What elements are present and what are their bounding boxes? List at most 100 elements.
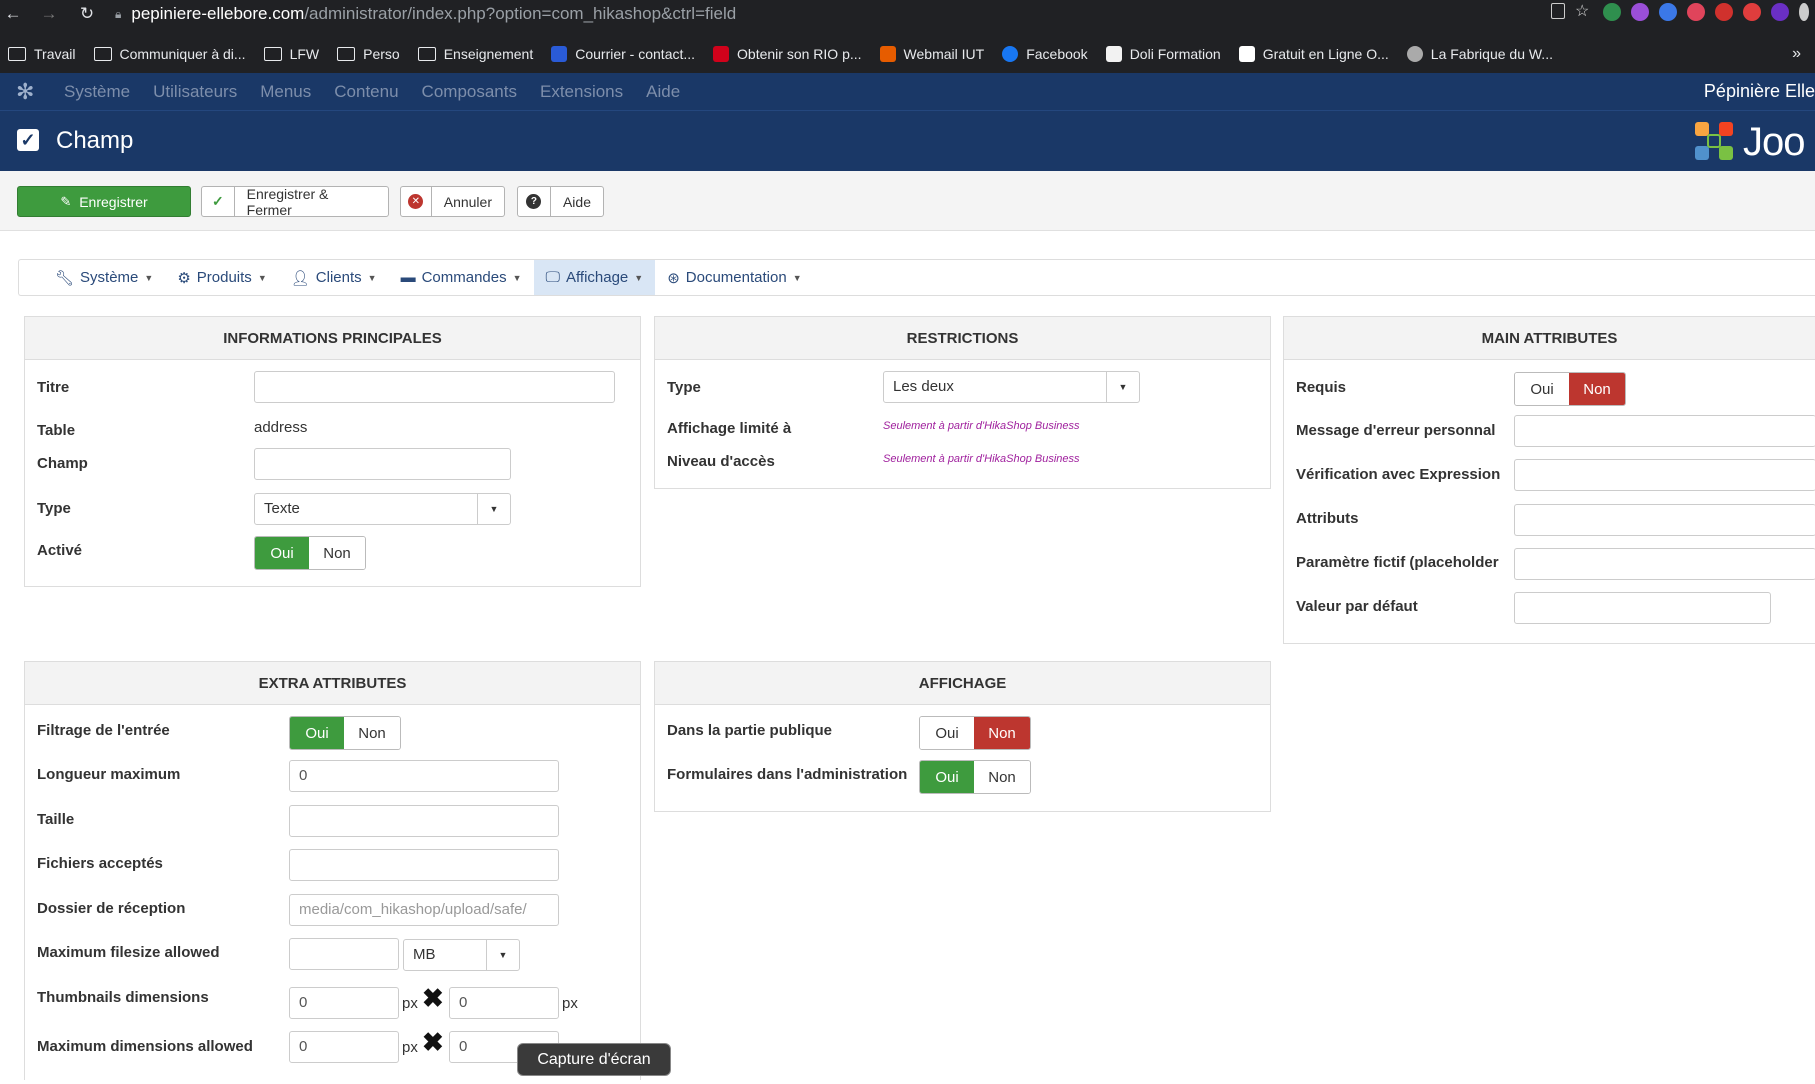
bookmark-enseignement[interactable]: Enseignement xyxy=(417,46,533,62)
maxsize-input[interactable] xyxy=(289,938,399,970)
public-toggle[interactable]: Oui Non xyxy=(919,716,1031,750)
extension-1-icon[interactable] xyxy=(1603,3,1621,21)
px-unit: px xyxy=(402,995,418,1012)
restriction-type-select[interactable]: Les deux ▼ xyxy=(883,371,1140,403)
admin-forms-toggle[interactable]: Oui Non xyxy=(919,760,1031,794)
requis-oui-button[interactable]: Oui xyxy=(1515,373,1569,405)
dossier-label: Dossier de réception xyxy=(37,900,186,917)
type-select[interactable]: Texte ▼ xyxy=(254,493,511,525)
tab-affichage[interactable]: 🖵︎ Affichage ▼ xyxy=(533,260,656,295)
active-toggle[interactable]: Oui Non xyxy=(254,536,366,570)
extension-3-icon[interactable] xyxy=(1659,3,1677,21)
bookmark-communiquer[interactable]: Communiquer à di... xyxy=(93,46,246,62)
puzzle-icon[interactable] xyxy=(1799,3,1809,21)
public-oui-button[interactable]: Oui xyxy=(920,717,974,749)
folder-icon xyxy=(417,47,436,61)
restriction-type-value: Les deux xyxy=(893,378,954,395)
page-header: ✓ Champ Joo xyxy=(0,110,1815,171)
maxdim-width-input[interactable]: 0 xyxy=(289,1031,399,1063)
adblock-icon[interactable] xyxy=(1715,3,1733,21)
menu-menus[interactable]: Menus xyxy=(260,82,311,102)
extension-4-icon[interactable] xyxy=(1687,3,1705,21)
tab-commandes[interactable]: ▬ Commandes ▼ xyxy=(389,260,534,295)
longueur-input[interactable]: 0 xyxy=(289,760,559,792)
menu-systeme[interactable]: Système xyxy=(64,82,130,102)
admin-non-button[interactable]: Non xyxy=(974,761,1030,793)
champ-input[interactable] xyxy=(254,448,511,480)
toolbar: ✎ Enregistrer ✓ Enregistrer & Fermer ✕ Annu… xyxy=(0,171,1815,231)
bookmark-travail[interactable]: Travail xyxy=(8,46,76,62)
active-non-button[interactable]: Non xyxy=(309,537,365,569)
requis-toggle[interactable]: Oui Non xyxy=(1514,372,1626,406)
business-only-hint: Seulement à partir d'HikaShop Business xyxy=(883,453,1080,465)
cubes-icon: ⚙︎ xyxy=(177,269,191,287)
attributs-input[interactable] xyxy=(1514,504,1815,536)
bookmark-perso[interactable]: Perso xyxy=(337,46,400,62)
url-host: pepiniere-ellebore.com xyxy=(131,4,305,23)
menu-utilisateurs[interactable]: Utilisateurs xyxy=(153,82,237,102)
menu-extensions[interactable]: Extensions xyxy=(540,82,623,102)
thumb-width-input[interactable]: 0 xyxy=(289,987,399,1019)
address-bar[interactable]: 🔒︎ pepiniere-ellebore.com/administrator/… xyxy=(115,0,1445,28)
filtrage-toggle[interactable]: Oui Non xyxy=(289,716,401,750)
extension-2-icon[interactable] xyxy=(1631,3,1649,21)
bookmark-courrier[interactable]: Courrier - contact... xyxy=(551,46,695,62)
admin-oui-button[interactable]: Oui xyxy=(920,761,974,793)
share-icon[interactable] xyxy=(1551,3,1565,19)
mail-icon xyxy=(551,46,568,62)
bookmark-rio[interactable]: Obtenir son RIO p... xyxy=(713,46,862,62)
placeholder-input[interactable] xyxy=(1514,548,1815,580)
filtrage-oui-button[interactable]: Oui xyxy=(290,717,344,749)
dossier-input[interactable]: media/com_hikashop/upload/safe/ xyxy=(289,894,559,926)
help-button[interactable]: ? Aide xyxy=(517,186,604,217)
help-icon: ? xyxy=(518,187,551,216)
extension-6-icon[interactable] xyxy=(1743,3,1761,21)
forward-icon[interactable]: → xyxy=(38,3,60,25)
times-icon: ✖ xyxy=(422,1027,444,1057)
extension-7-icon[interactable] xyxy=(1771,3,1789,21)
active-oui-button[interactable]: Oui xyxy=(255,537,309,569)
thumb-height-input[interactable]: 0 xyxy=(449,987,559,1019)
back-icon[interactable]: ← xyxy=(2,3,24,25)
titre-input[interactable] xyxy=(254,371,615,403)
star-icon[interactable]: ☆ xyxy=(1575,3,1593,21)
tab-label: Produits xyxy=(196,269,252,286)
caret-down-icon: ▼ xyxy=(1106,372,1139,402)
panel-affichage: AFFICHAGE Dans la partie publique Oui No… xyxy=(654,661,1271,812)
tab-produits[interactable]: ⚙︎ Produits ▼ xyxy=(165,260,278,295)
bookmark-label: Webmail IUT xyxy=(903,46,985,62)
webmail-icon xyxy=(879,46,896,62)
maxsize-unit-select[interactable]: MB ▼ xyxy=(403,939,520,971)
tab-systeme[interactable]: 🔧︎ Système ▼ xyxy=(43,260,165,295)
tab-label: Commandes xyxy=(421,269,507,286)
bookmark-gratuit[interactable]: Gratuit en Ligne O... xyxy=(1238,46,1389,62)
save-close-button[interactable]: ✓ Enregistrer & Fermer xyxy=(201,186,389,218)
joomla-logo-icon[interactable]: ✻ xyxy=(16,80,38,103)
user-icon: 👤︎ xyxy=(290,269,310,287)
menu-aide[interactable]: Aide xyxy=(646,82,680,102)
requis-non-button[interactable]: Non xyxy=(1569,373,1625,405)
joomla-menubar: ✻ Système Utilisateurs Menus Contenu Com… xyxy=(0,73,1815,110)
tab-documentation[interactable]: ⊛ Documentation ▼ xyxy=(655,260,813,295)
bookmark-facebook[interactable]: Facebook xyxy=(1002,46,1088,62)
fichiers-input[interactable] xyxy=(289,849,559,881)
taille-input[interactable] xyxy=(289,805,559,837)
tab-clients[interactable]: 👤︎ Clients ▼ xyxy=(279,260,389,295)
menu-composants[interactable]: Composants xyxy=(422,82,517,102)
public-non-button[interactable]: Non xyxy=(974,717,1030,749)
reload-icon[interactable]: ↻ xyxy=(76,3,98,25)
bookmark-label: Perso xyxy=(363,46,400,62)
menu-contenu[interactable]: Contenu xyxy=(334,82,398,102)
bookmark-fabrique[interactable]: La Fabrique du W... xyxy=(1406,46,1553,62)
bookmark-webmail[interactable]: Webmail IUT xyxy=(879,46,985,62)
bookmark-lfw[interactable]: LFW xyxy=(263,46,319,62)
verification-input[interactable] xyxy=(1514,459,1815,491)
site-name-link[interactable]: Pépinière Elle xyxy=(1704,81,1815,102)
filtrage-non-button[interactable]: Non xyxy=(344,717,400,749)
message-erreur-input[interactable] xyxy=(1514,415,1815,447)
valeur-defaut-input[interactable] xyxy=(1514,592,1771,624)
save-button[interactable]: ✎ Enregistrer xyxy=(17,186,191,217)
more-bookmarks-button[interactable]: » xyxy=(1792,45,1801,63)
bookmark-doli[interactable]: Doli Formation xyxy=(1105,46,1221,62)
cancel-button[interactable]: ✕ Annuler xyxy=(400,186,505,217)
